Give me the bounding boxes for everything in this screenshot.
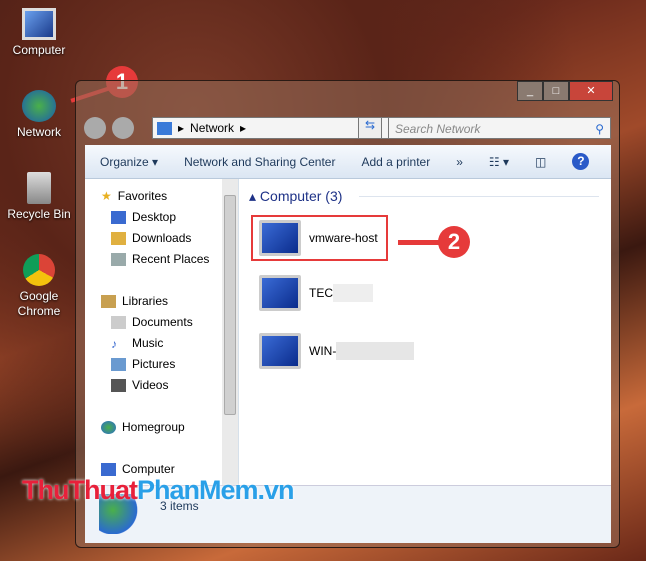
label: Libraries [122, 294, 169, 308]
watermark-part: ThuThuat [22, 475, 138, 505]
command-bar: Organize ▾ Network and Sharing Center Ad… [85, 145, 611, 179]
computer-icon [259, 333, 301, 369]
label: Pictures [132, 357, 176, 371]
desktop-icon-chrome[interactable]: Google Chrome [4, 254, 74, 319]
chrome-icon [23, 254, 55, 286]
divider [359, 196, 599, 197]
network-icon [22, 90, 56, 122]
computer-item-tec[interactable]: TEC [259, 275, 373, 311]
desktop-icon-network[interactable]: Network [4, 90, 74, 140]
minimize-button[interactable]: _ [517, 81, 543, 101]
refresh-button[interactable]: ⇆ [358, 117, 382, 139]
search-icon: ⚲ [595, 122, 604, 136]
nav-documents[interactable]: Documents [111, 315, 193, 329]
label: Homegroup [122, 420, 185, 434]
nav-computer[interactable]: Computer [101, 462, 175, 476]
close-button[interactable]: ✕ [569, 81, 613, 101]
label: Desktop [132, 210, 177, 224]
label: Google Chrome [17, 289, 61, 318]
maximize-button[interactable]: □ [543, 81, 569, 101]
label: Organize [100, 154, 149, 169]
computer-item-win[interactable]: WIN- [259, 333, 415, 369]
computer-icon [259, 275, 301, 311]
nav-downloads[interactable]: Downloads [111, 231, 191, 245]
watermark-part: PhanMem [136, 475, 259, 505]
recycle-bin-icon [27, 172, 51, 204]
label: Documents [132, 315, 193, 329]
help-icon[interactable]: ? [572, 153, 590, 170]
view-options-icon[interactable]: ☷ ▾ [489, 155, 509, 169]
network-sharing-center-button[interactable]: Network and Sharing Center [184, 155, 335, 169]
label: vmware-host [309, 231, 378, 245]
organize-button[interactable]: Organize ▾ [100, 155, 158, 169]
label: Recycle Bin [7, 207, 71, 221]
watermark-part: .vn [257, 475, 295, 505]
label: Music [132, 336, 164, 350]
label: Computer (3) [259, 188, 343, 204]
nav-music[interactable]: ♪ Music [111, 336, 164, 351]
label: Network [16, 125, 61, 139]
nav-libraries[interactable]: Libraries [101, 294, 168, 308]
redaction [333, 284, 373, 302]
label: Computer [12, 43, 66, 57]
nav-desktop[interactable]: Desktop [111, 210, 176, 224]
desktop-icon [111, 210, 126, 224]
nav-pictures[interactable]: Pictures [111, 357, 175, 371]
nav-scrollbar[interactable] [222, 179, 238, 485]
network-icon [157, 121, 172, 135]
pictures-icon [111, 357, 126, 371]
folder-icon [111, 231, 126, 245]
address-text: Network [190, 121, 235, 135]
label: Downloads [132, 231, 192, 245]
libraries-icon [101, 294, 116, 308]
computer-icon [259, 220, 301, 256]
label: Videos [132, 378, 169, 392]
homegroup-icon [101, 420, 116, 434]
caption-buttons: _ □ ✕ [517, 81, 613, 101]
back-button[interactable] [84, 117, 106, 139]
nav-videos[interactable]: Videos [111, 378, 168, 392]
computer-icon [101, 462, 116, 476]
watermark: ThuThuatPhanMem.vn [22, 475, 295, 506]
annotation-badge-2: 2 [438, 226, 470, 258]
videos-icon [111, 378, 126, 392]
annotation-arrow-2 [398, 240, 440, 245]
computer-item-vmware-host[interactable]: vmware-host [251, 215, 388, 261]
add-printer-button[interactable]: Add a printer [361, 155, 430, 169]
label: Favorites [117, 189, 168, 203]
search-input[interactable]: Search Network ⚲ [388, 117, 611, 139]
desktop-icon-recycle-bin[interactable]: Recycle Bin [4, 172, 74, 222]
forward-button[interactable] [112, 117, 134, 139]
group-header[interactable]: ▴ Computer (3) [249, 188, 342, 205]
star-icon: ★ [101, 189, 112, 203]
navigation-pane: ★ Favorites Desktop Downloads Recent Plac… [85, 179, 239, 485]
redaction [336, 342, 415, 360]
computer-icon [22, 8, 56, 40]
label: WIN- [309, 344, 337, 358]
nav-recent-places[interactable]: Recent Places [111, 252, 209, 266]
desktop-icon-computer[interactable]: Computer [4, 8, 74, 58]
scrollbar-thumb[interactable] [224, 195, 236, 415]
label: Recent Places [132, 252, 210, 266]
nav-homegroup[interactable]: Homegroup [101, 420, 185, 434]
content-pane: ▴ Computer (3) vmware-host TEC WIN- [239, 179, 611, 485]
search-placeholder: Search Network [395, 122, 481, 136]
documents-icon [111, 315, 126, 329]
label: TEC [309, 286, 333, 300]
more-button[interactable]: » [456, 155, 463, 169]
music-icon: ♪ [111, 336, 117, 351]
nav-favorites[interactable]: ★ Favorites [101, 189, 167, 203]
label: Computer [122, 462, 175, 476]
recent-icon [111, 252, 126, 266]
preview-pane-icon[interactable]: ◫ [535, 155, 546, 169]
